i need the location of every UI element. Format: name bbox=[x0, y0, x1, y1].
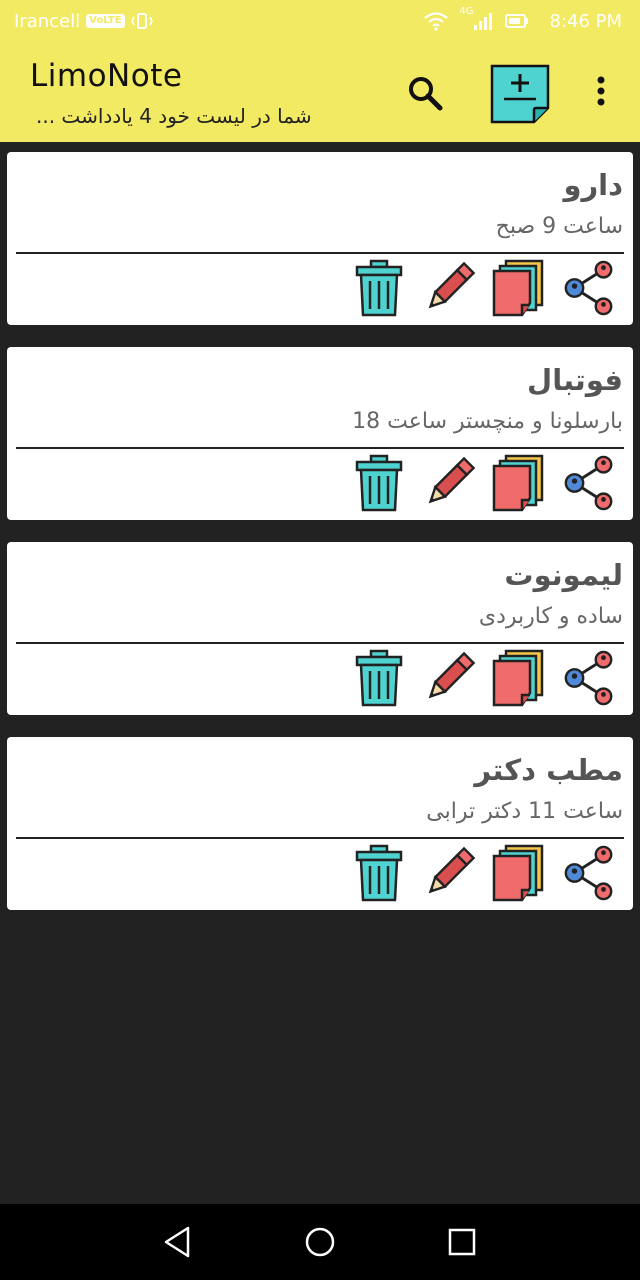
clock: 8:46 PM bbox=[549, 10, 622, 32]
status-right: 4G 8:46 PM bbox=[423, 6, 622, 32]
add-note-icon bbox=[490, 64, 550, 124]
note-body: ساده و کاربردی bbox=[478, 604, 623, 629]
copy-note-button[interactable] bbox=[491, 453, 547, 513]
search-icon bbox=[409, 77, 443, 111]
edit-note-button[interactable] bbox=[421, 258, 477, 318]
status-bar: Irancell VoLTE 4G 8:46 PM bbox=[0, 0, 640, 42]
note-title: مطب دکتر bbox=[474, 753, 623, 787]
note-divider bbox=[16, 252, 624, 254]
home-icon bbox=[305, 1227, 335, 1257]
app-toolbar: LimoNote شما در لیست خود 4 یادداشت ... bbox=[0, 42, 640, 142]
trash-icon bbox=[355, 649, 403, 707]
add-note-button[interactable] bbox=[490, 64, 550, 124]
delete-note-button[interactable] bbox=[351, 258, 407, 318]
search-button[interactable] bbox=[404, 72, 448, 116]
wifi-icon bbox=[424, 12, 449, 31]
pencil-icon bbox=[428, 846, 476, 894]
note-card[interactable]: لیمونوت ساده و کاربردی bbox=[7, 542, 633, 715]
note-divider bbox=[16, 447, 624, 449]
copy-icon bbox=[492, 454, 544, 512]
delete-note-button[interactable] bbox=[351, 453, 407, 513]
delete-note-button[interactable] bbox=[351, 648, 407, 708]
note-title: لیمونوت bbox=[504, 558, 623, 592]
back-icon bbox=[164, 1226, 190, 1258]
recents-icon bbox=[448, 1228, 476, 1256]
share-icon bbox=[564, 455, 613, 511]
edit-note-button[interactable] bbox=[421, 453, 477, 513]
note-divider bbox=[16, 642, 624, 644]
pencil-icon bbox=[428, 651, 476, 699]
copy-note-button[interactable] bbox=[491, 258, 547, 318]
edit-note-button[interactable] bbox=[421, 843, 477, 903]
share-icon bbox=[564, 845, 613, 901]
pencil-icon bbox=[428, 456, 476, 504]
copy-note-button[interactable] bbox=[491, 843, 547, 903]
trash-icon bbox=[355, 259, 403, 317]
app-title: LimoNote bbox=[30, 58, 183, 94]
back-button[interactable] bbox=[158, 1222, 198, 1262]
notes-list: دارو ساعت 9 صبح فوتبال بارسلونا و منچستر… bbox=[7, 152, 633, 932]
note-title: دارو bbox=[563, 168, 623, 202]
note-card[interactable]: مطب دکتر ساعت 11 دکتر ترابی bbox=[7, 737, 633, 910]
share-note-button[interactable] bbox=[561, 258, 617, 318]
share-note-button[interactable] bbox=[561, 453, 617, 513]
copy-icon bbox=[492, 259, 544, 317]
note-card[interactable]: فوتبال بارسلونا و منچستر ساعت 18 bbox=[7, 347, 633, 520]
system-nav-bar bbox=[0, 1204, 640, 1280]
pencil-icon bbox=[428, 261, 476, 309]
note-title: فوتبال bbox=[527, 363, 623, 397]
network-type: 4G bbox=[459, 6, 474, 17]
note-card[interactable]: دارو ساعت 9 صبح bbox=[7, 152, 633, 325]
notes-count-subtitle: شما در لیست خود 4 یادداشت ... bbox=[36, 104, 312, 128]
note-actions bbox=[351, 258, 617, 318]
home-button[interactable] bbox=[300, 1222, 340, 1262]
more-vertical-icon bbox=[597, 76, 605, 106]
recents-button[interactable] bbox=[442, 1222, 482, 1262]
vibrate-icon bbox=[130, 13, 153, 29]
signal-icon bbox=[474, 13, 493, 30]
carrier-name: Irancell bbox=[14, 10, 81, 32]
note-body: ساعت 11 دکتر ترابی bbox=[426, 799, 623, 824]
share-note-button[interactable] bbox=[561, 648, 617, 708]
volte-badge: VoLTE bbox=[86, 14, 125, 28]
trash-icon bbox=[355, 454, 403, 512]
delete-note-button[interactable] bbox=[351, 843, 407, 903]
note-divider bbox=[16, 837, 624, 839]
copy-icon bbox=[492, 844, 544, 902]
share-icon bbox=[564, 650, 613, 706]
trash-icon bbox=[355, 844, 403, 902]
copy-icon bbox=[492, 649, 544, 707]
copy-note-button[interactable] bbox=[491, 648, 547, 708]
note-body: ساعت 9 صبح bbox=[495, 214, 623, 239]
status-left: Irancell VoLTE bbox=[14, 11, 153, 32]
edit-note-button[interactable] bbox=[421, 648, 477, 708]
share-note-button[interactable] bbox=[561, 843, 617, 903]
note-actions bbox=[351, 648, 617, 708]
note-actions bbox=[351, 843, 617, 903]
battery-icon bbox=[505, 14, 529, 28]
note-body: بارسلونا و منچستر ساعت 18 bbox=[352, 409, 623, 434]
note-actions bbox=[351, 453, 617, 513]
overflow-menu-button[interactable] bbox=[588, 72, 614, 116]
share-icon bbox=[564, 260, 613, 316]
